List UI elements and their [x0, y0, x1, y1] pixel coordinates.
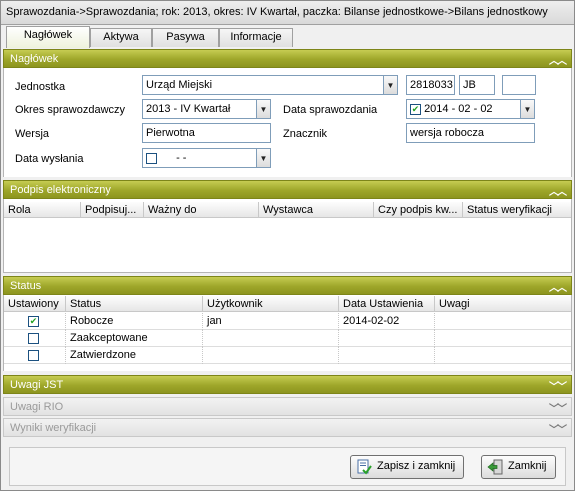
wersja-field[interactable]: Pierwotna: [142, 123, 271, 143]
tab-pasywa[interactable]: Pasywa: [152, 28, 219, 47]
podpis-panel-title: Podpis elektroniczny: [10, 184, 111, 196]
tab-strip: Nagłówek Aktywa Pasywa Informacje: [1, 25, 574, 48]
triangle-down-icon[interactable]: ▼: [520, 100, 534, 118]
data-sprawozdania-value: 2014 - 02 - 02: [424, 103, 493, 115]
jednostka-dropdown[interactable]: Urząd Miejski ▼: [142, 75, 398, 95]
wersja-value: Pierwotna: [146, 127, 195, 139]
column-wazny-do[interactable]: Ważny do: [144, 202, 259, 218]
data-wyslania-checkbox[interactable]: [146, 152, 157, 164]
column-data-ustawienia[interactable]: Data Ustawienia: [339, 296, 435, 312]
data-wyslania-label: Data wysłania: [15, 153, 84, 165]
okres-label: Okres sprawozdawczy: [15, 104, 126, 116]
naglowek-panel-title: Nagłówek: [10, 53, 59, 65]
uwagi-jst-title: Uwagi JST: [10, 379, 64, 391]
status-grid: Ustawiony Status Użytkownik Data Ustawie…: [3, 295, 572, 371]
column-status[interactable]: Status: [66, 296, 203, 312]
row-checkbox-cell[interactable]: ✔: [4, 313, 66, 330]
data-wyslania-value: - -: [176, 152, 187, 164]
close-button[interactable]: Zamknij: [481, 455, 556, 479]
wyniki-weryfikacji-panel-header[interactable]: Wyniki weryfikacji ﹀﹀: [3, 418, 572, 437]
status-panel-title: Status: [10, 280, 42, 292]
jednostka-label: Jednostka: [15, 81, 66, 93]
zaakceptowane-checkbox[interactable]: [28, 332, 39, 344]
table-row[interactable]: Zatwierdzone: [4, 347, 571, 364]
jednostka-code-field[interactable]: 2818033: [406, 75, 455, 95]
date-cell: 2014-02-02: [339, 313, 435, 330]
exit-door-icon: [487, 459, 503, 475]
column-uzytkownik[interactable]: Użytkownik: [203, 296, 339, 312]
uwagi-rio-title: Uwagi RIO: [10, 401, 64, 413]
tab-naglowek[interactable]: Nagłówek: [6, 26, 90, 48]
table-row[interactable]: Zaakceptowane: [4, 330, 571, 347]
column-uwagi[interactable]: Uwagi: [435, 296, 571, 312]
wersja-label: Wersja: [15, 128, 50, 140]
triangle-down-icon[interactable]: ▼: [383, 76, 397, 94]
jednostka-type-value: JB: [463, 79, 476, 91]
notes-cell: [435, 347, 571, 364]
table-row[interactable]: ✔ Robocze jan 2014-02-02: [4, 313, 571, 330]
user-cell: [203, 330, 339, 347]
okres-dropdown[interactable]: 2013 - IV Kwartał ▼: [142, 99, 271, 119]
user-cell: [203, 347, 339, 364]
jednostka-code-value: 2818033: [410, 79, 453, 91]
robocze-checkbox[interactable]: ✔: [28, 315, 39, 327]
podpis-panel-header[interactable]: Podpis elektroniczny ︿︿: [3, 180, 572, 199]
date-cell: [339, 330, 435, 347]
znacznik-label: Znacznik: [283, 128, 328, 140]
naglowek-panel-header[interactable]: Nagłówek ︿︿: [3, 49, 572, 68]
expand-icon[interactable]: ﹀﹀: [549, 378, 567, 393]
date-cell: [339, 347, 435, 364]
row-checkbox-cell[interactable]: [4, 330, 66, 347]
data-wyslania-picker[interactable]: - - ▼: [142, 148, 271, 168]
data-sprawozdania-label: Data sprawozdania: [283, 104, 378, 116]
uwagi-rio-panel-header[interactable]: Uwagi RIO ﹀﹀: [3, 397, 572, 416]
data-sprawozdania-picker[interactable]: ✔ 2014 - 02 - 02 ▼: [406, 99, 535, 119]
okres-value: 2013 - IV Kwartał: [146, 103, 231, 115]
column-podpisujacy[interactable]: Podpisuj...: [81, 202, 144, 218]
jednostka-value: Urząd Miejski: [146, 79, 213, 91]
window-title: Sprawozdania->Sprawozdania; rok: 2013, o…: [1, 1, 574, 25]
tab-aktywa[interactable]: Aktywa: [90, 28, 152, 47]
notes-cell: [435, 330, 571, 347]
status-cell: Zaakceptowane: [66, 330, 203, 347]
save-and-close-label: Zapisz i zamknij: [377, 460, 456, 472]
status-cell: Robocze: [66, 313, 203, 330]
triangle-down-icon[interactable]: ▼: [256, 149, 270, 167]
jednostka-extra-field[interactable]: [502, 75, 536, 95]
column-czy-podpis[interactable]: Czy podpis kw...: [374, 202, 463, 218]
status-cell: Zatwierdzone: [66, 347, 203, 364]
save-and-close-button[interactable]: Zapisz i zamknij: [350, 455, 464, 479]
wyniki-weryfikacji-title: Wyniki weryfikacji: [10, 422, 97, 434]
save-document-icon: [357, 459, 372, 475]
collapse-icon[interactable]: ︿︿: [549, 183, 567, 198]
report-window: Sprawozdania->Sprawozdania; rok: 2013, o…: [0, 0, 575, 491]
expand-icon[interactable]: ﹀﹀: [549, 421, 567, 436]
podpis-grid: Rola Podpisuj... Ważny do Wystawca Czy p…: [3, 199, 572, 273]
column-wystawca[interactable]: Wystawca: [259, 202, 374, 218]
column-ustawiony[interactable]: Ustawiony: [4, 296, 66, 312]
close-label: Zamknij: [508, 460, 547, 472]
triangle-down-icon[interactable]: ▼: [256, 100, 270, 118]
znacznik-value: wersja robocza: [410, 127, 484, 139]
expand-icon[interactable]: ﹀﹀: [549, 400, 567, 415]
user-cell: jan: [203, 313, 339, 330]
column-status-weryfikacji[interactable]: Status weryfikacji: [463, 202, 571, 218]
podpis-grid-header: Rola Podpisuj... Ważny do Wystawca Czy p…: [4, 202, 571, 218]
notes-cell: [435, 313, 571, 330]
tab-informacje[interactable]: Informacje: [219, 28, 293, 47]
naglowek-panel-body: Jednostka Urząd Miejski ▼ 2818033 JB Okr…: [3, 68, 572, 177]
button-bar: Zapisz i zamknij Zamknij: [9, 447, 566, 486]
collapse-icon[interactable]: ︿︿: [549, 52, 567, 67]
collapse-icon[interactable]: ︿︿: [549, 279, 567, 294]
status-grid-header: Ustawiony Status Użytkownik Data Ustawie…: [4, 296, 571, 312]
jednostka-type-field[interactable]: JB: [459, 75, 495, 95]
row-checkbox-cell[interactable]: [4, 347, 66, 364]
column-rola[interactable]: Rola: [4, 202, 81, 218]
zatwierdzone-checkbox[interactable]: [28, 349, 39, 361]
uwagi-jst-panel-header[interactable]: Uwagi JST ﹀﹀: [3, 375, 572, 394]
status-panel-header[interactable]: Status ︿︿: [3, 276, 572, 295]
data-sprawozdania-checkbox[interactable]: ✔: [410, 103, 421, 115]
znacznik-field[interactable]: wersja robocza: [406, 123, 535, 143]
